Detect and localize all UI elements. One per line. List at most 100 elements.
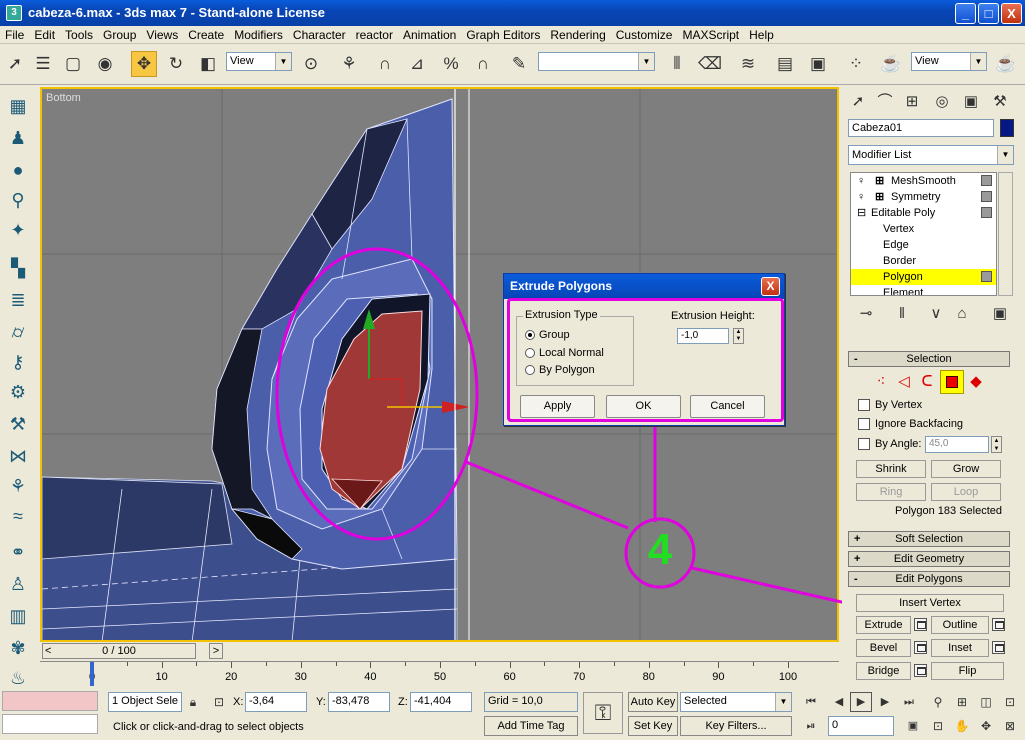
motion-tab-icon[interactable]: ◎ — [930, 90, 954, 114]
create-tab-icon[interactable]: ➚ — [846, 90, 870, 114]
stack-item-border[interactable]: Border — [851, 253, 996, 269]
bulb-icon[interactable]: ♀ — [857, 173, 865, 189]
ring-button[interactable]: Ring — [856, 483, 926, 501]
radio-by-polygon[interactable]: By Polygon — [525, 364, 595, 376]
lock-selection-icon[interactable]: 🔒︎ — [184, 692, 202, 712]
zoom-icon[interactable]: ⚲ — [928, 692, 948, 712]
zoom-all-icon[interactable]: ⊞ — [952, 692, 972, 712]
key-mode-select[interactable]: Selected ▼ — [680, 692, 792, 712]
polygon-mode-icon[interactable] — [940, 370, 964, 394]
configure-sets-icon[interactable]: ▣ — [988, 302, 1012, 326]
element-mode-icon[interactable]: ◆ — [964, 370, 988, 394]
extrusion-height-spinner[interactable]: ▲ ▼ — [733, 328, 744, 344]
ok-button[interactable]: OK — [606, 395, 681, 418]
modifier-list-select[interactable]: Modifier List ▼ — [848, 145, 1014, 165]
track-bar[interactable]: 0102030405060708090100 — [40, 661, 839, 687]
extrude-button[interactable]: Extrude — [856, 616, 911, 634]
next-frame-icon[interactable]: ▶ — [874, 692, 896, 712]
border-mode-icon[interactable]: ᑕ — [915, 370, 939, 394]
pin-stack-icon[interactable]: ⊸ — [854, 302, 878, 326]
vertex-mode-icon[interactable]: ⁖ — [869, 370, 893, 394]
go-to-end-icon[interactable]: ⏭ — [898, 692, 920, 712]
shrink-button[interactable]: Shrink — [856, 460, 926, 478]
stack-item-symmetry[interactable]: ♀ ⊞ Symmetry — [851, 189, 996, 205]
maximize-viewport-icon[interactable]: ⊠ — [1000, 716, 1020, 736]
time-slider-thumb[interactable]: < 0 / 100 > — [42, 643, 223, 659]
bevel-settings-icon[interactable] — [914, 641, 927, 654]
apply-button[interactable]: Apply — [520, 395, 595, 418]
add-time-tag-button[interactable]: Add Time Tag — [484, 716, 578, 736]
previous-frame-icon[interactable]: ◀ — [828, 692, 850, 712]
expand-icon[interactable]: ⊞ — [875, 173, 884, 189]
arc-rotate-icon[interactable]: ✥ — [976, 716, 996, 736]
stack-item-editable-poly[interactable]: ⊟ Editable Poly — [851, 205, 996, 221]
edge-mode-icon[interactable]: ◁ — [892, 370, 916, 394]
y-coordinate-field[interactable]: -83,478 — [328, 692, 390, 712]
stack-item-toggle[interactable] — [981, 207, 992, 218]
zoom-extents-all-icon[interactable]: ⊡ — [1000, 692, 1020, 712]
absolute-mode-icon[interactable]: ⊡ — [210, 692, 228, 712]
bridge-settings-icon[interactable] — [914, 664, 927, 677]
show-end-result-icon[interactable]: ‖ — [890, 302, 914, 326]
expand-icon[interactable]: ⊞ — [875, 189, 884, 205]
selection-rollout-header[interactable]: - Selection — [848, 351, 1010, 367]
key-mode-toggle-icon[interactable]: ⏯ — [800, 716, 822, 736]
stack-scrollbar[interactable] — [998, 172, 1013, 296]
slider-right-arrow-icon[interactable]: > — [209, 643, 223, 659]
region-zoom-icon[interactable]: ⊡ — [928, 716, 948, 736]
radio-group[interactable]: Group — [525, 329, 570, 341]
insert-vertex-button[interactable]: Insert Vertex — [856, 594, 1004, 612]
go-to-start-icon[interactable]: ⏮ — [800, 692, 822, 712]
play-icon[interactable]: ▶ — [850, 692, 872, 712]
make-unique-icon[interactable]: ∨ — [924, 302, 948, 326]
key-icon[interactable]: ⚿ — [583, 692, 623, 734]
stack-item-edge[interactable]: Edge — [851, 237, 996, 253]
time-configuration-icon[interactable]: ▣ — [902, 716, 924, 736]
stack-item-toggle[interactable] — [981, 191, 992, 202]
flip-button[interactable]: Flip — [931, 662, 1004, 680]
soft-selection-rollout-header[interactable]: + Soft Selection — [848, 531, 1010, 547]
bridge-button[interactable]: Bridge — [856, 662, 911, 680]
set-key-button[interactable]: Set Key — [628, 716, 678, 736]
display-tab-icon[interactable]: ▣ — [959, 90, 983, 114]
stack-item-toggle[interactable] — [981, 175, 992, 186]
edit-polygons-rollout-header[interactable]: - Edit Polygons — [848, 571, 1010, 587]
auto-key-button[interactable]: Auto Key — [628, 692, 678, 712]
stack-item-vertex[interactable]: Vertex — [851, 221, 996, 237]
zoom-extents-icon[interactable]: ◫ — [976, 692, 996, 712]
collapse-icon[interactable]: ⊟ — [857, 205, 866, 221]
bulb-icon[interactable]: ♀ — [857, 189, 865, 205]
maxscript-listener-bottom[interactable] — [2, 714, 98, 734]
cancel-button[interactable]: Cancel — [690, 395, 765, 418]
current-frame-field[interactable]: 0 — [828, 716, 894, 736]
extrusion-height-field[interactable]: -1,0 — [677, 328, 729, 344]
radio-local-normal[interactable]: Local Normal — [525, 347, 604, 359]
bevel-button[interactable]: Bevel — [856, 639, 911, 657]
stack-item-meshsmooth[interactable]: ♀ ⊞ MeshSmooth — [851, 173, 996, 189]
key-filters-button[interactable]: Key Filters... — [680, 716, 792, 736]
x-coordinate-field[interactable]: -3,64 — [245, 692, 307, 712]
inset-button[interactable]: Inset — [931, 639, 989, 657]
utilities-tab-icon[interactable]: ⚒ — [988, 90, 1012, 114]
object-name-field[interactable]: Cabeza01 — [848, 119, 994, 137]
outline-settings-icon[interactable] — [992, 618, 1005, 631]
inset-settings-icon[interactable] — [992, 641, 1005, 654]
angle-spinner[interactable]: ▲ ▼ — [991, 436, 1002, 453]
grow-button[interactable]: Grow — [931, 460, 1001, 478]
edit-geometry-rollout-header[interactable]: + Edit Geometry — [848, 551, 1010, 567]
outline-button[interactable]: Outline — [931, 616, 989, 634]
extrude-settings-icon[interactable] — [914, 618, 927, 631]
time-slider[interactable]: < 0 / 100 > — [40, 642, 839, 660]
angle-field[interactable]: 45,0 — [925, 436, 989, 453]
stack-item-element[interactable]: Element — [851, 285, 996, 295]
stack-item-toggle[interactable] — [981, 271, 992, 282]
stack-item-polygon[interactable]: Polygon — [851, 269, 996, 285]
hierarchy-tab-icon[interactable]: ⊞ — [900, 90, 924, 114]
pan-icon[interactable]: ✋ — [952, 716, 972, 736]
remove-modifier-icon[interactable]: ⌂ — [950, 302, 974, 326]
loop-button[interactable]: Loop — [931, 483, 1001, 501]
slider-left-arrow-icon[interactable]: < — [45, 644, 51, 658]
modify-tab-icon[interactable]: ⌒ — [873, 90, 897, 114]
z-coordinate-field[interactable]: -41,404 — [410, 692, 472, 712]
dialog-close-button[interactable]: X — [761, 277, 780, 296]
